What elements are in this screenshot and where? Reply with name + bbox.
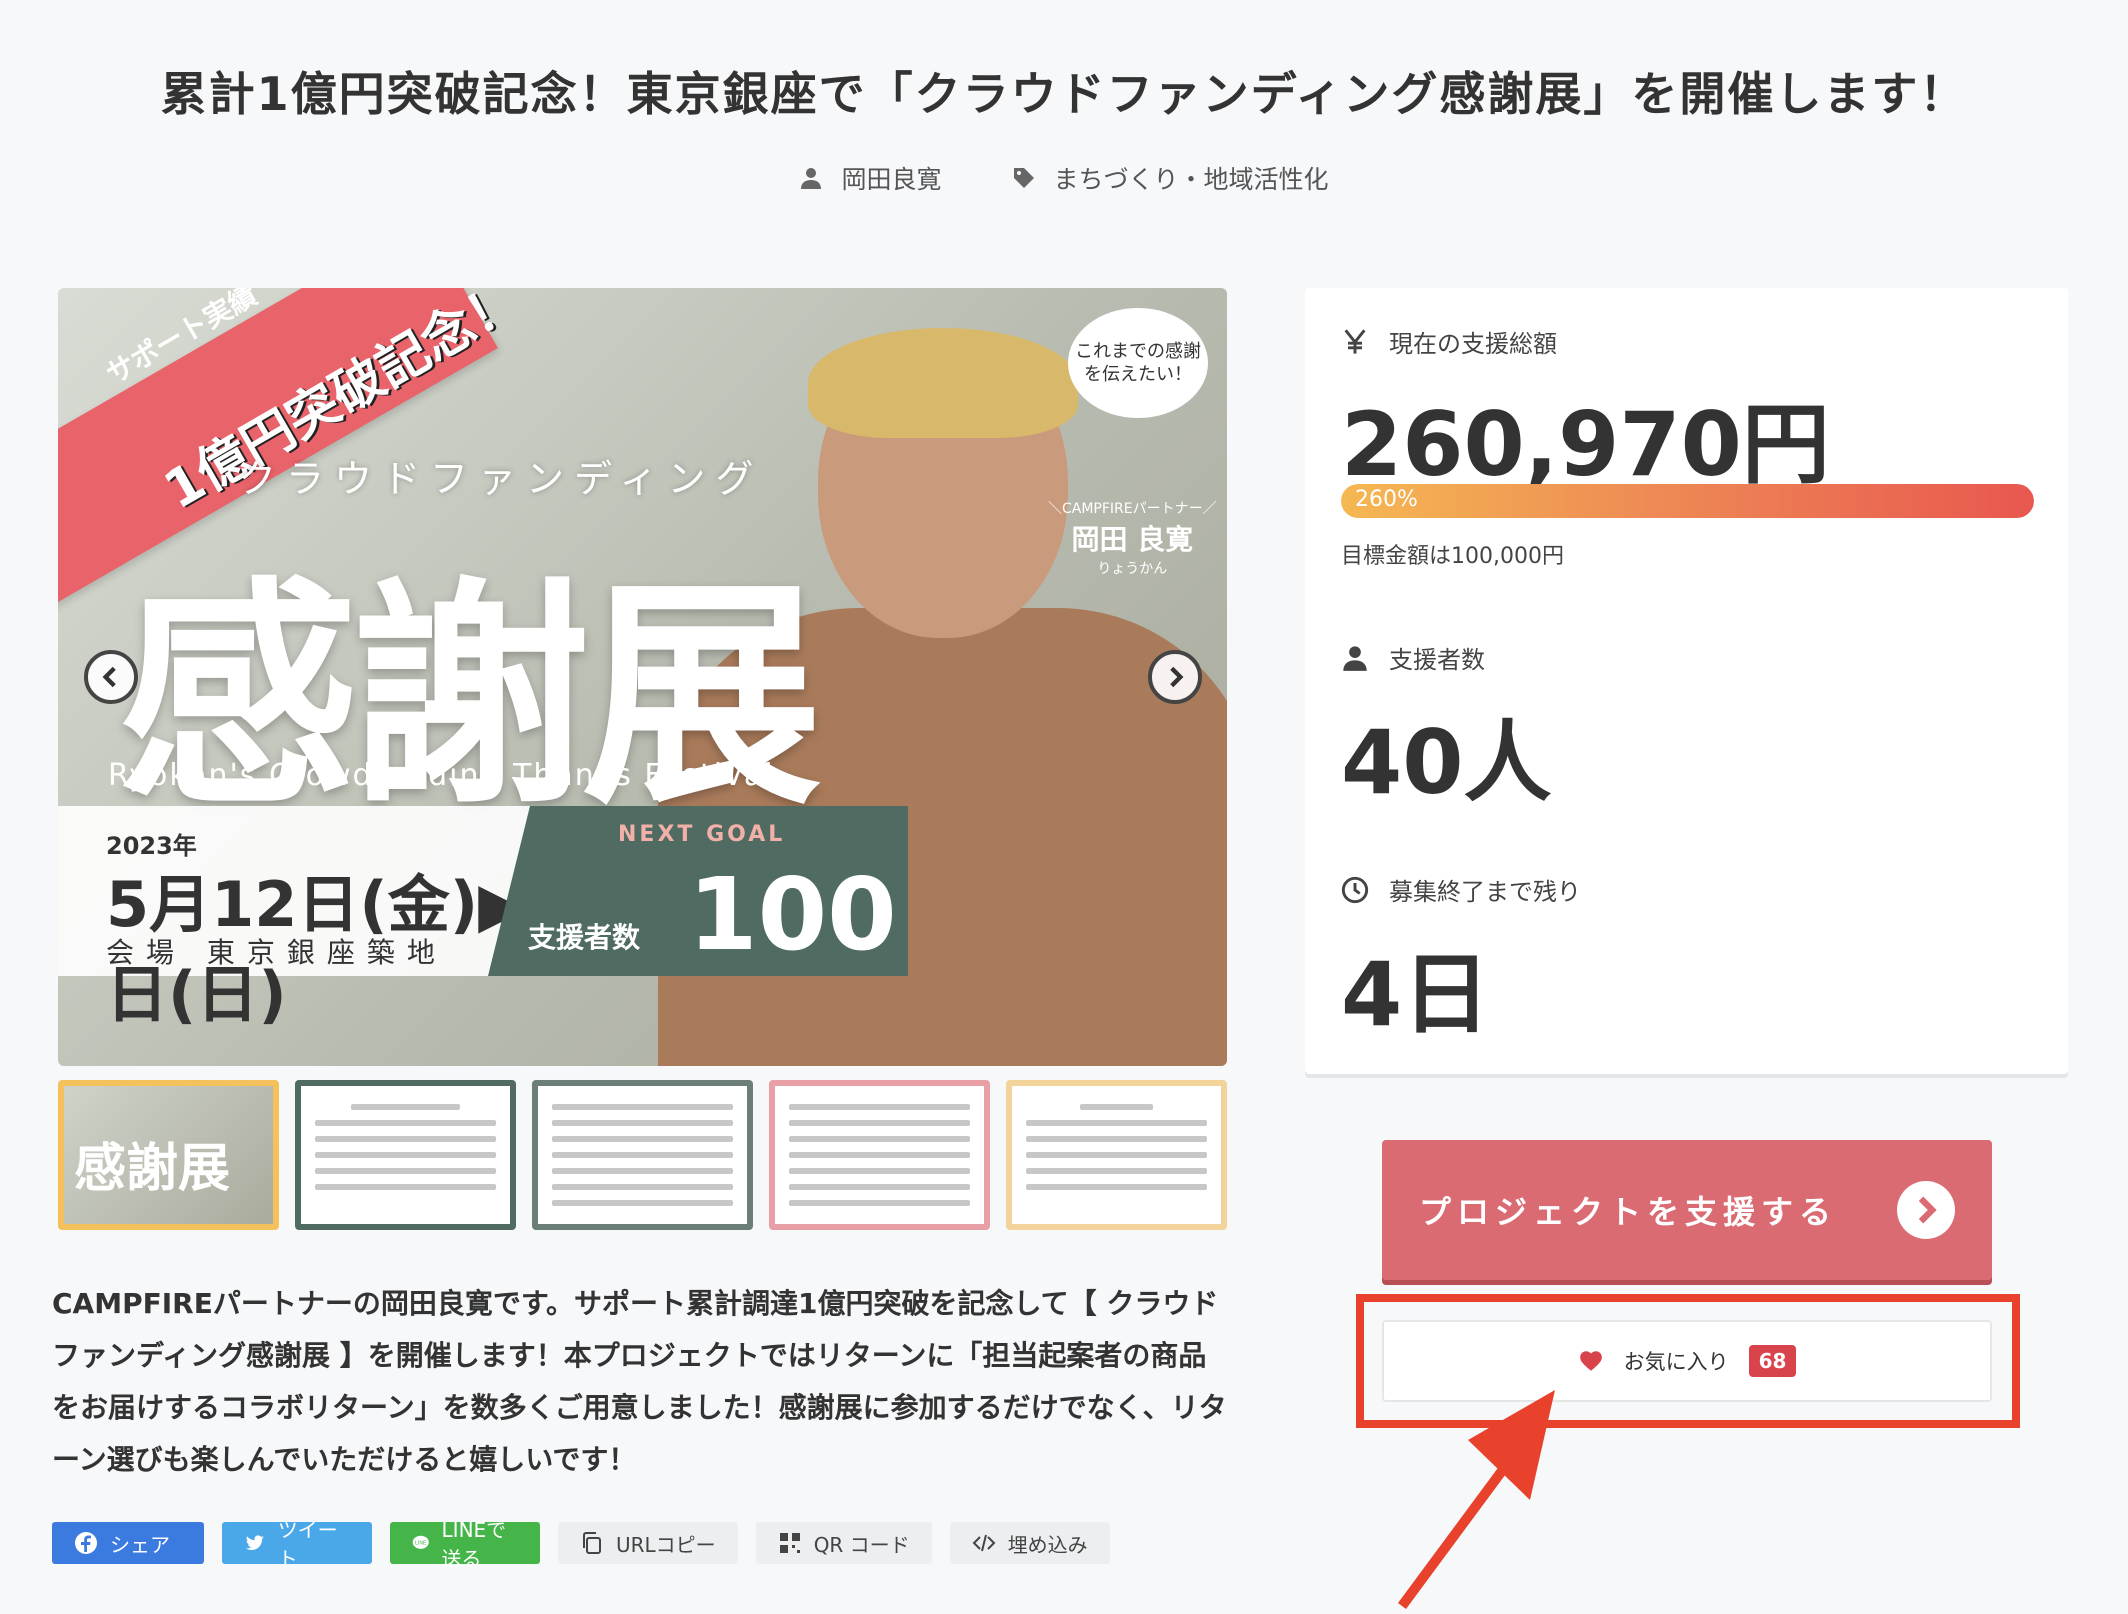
- thumbnail-1[interactable]: 感謝展: [58, 1080, 279, 1230]
- supporters-label: 支援者数: [1389, 646, 1485, 674]
- hero-main-word: 感謝展: [118, 555, 822, 837]
- line-icon: LINE: [412, 1535, 429, 1549]
- project-meta: 岡田良寛 まちづくり・地域活性化: [0, 160, 2128, 196]
- svg-text:LINE: LINE: [415, 1540, 427, 1546]
- twitter-share-label: ツイート: [277, 1518, 338, 1571]
- total-amount-label: 現在の支援総額: [1389, 330, 1557, 358]
- partner-tag: ＼CAMPFIREパートナー／ 岡田 良寛 りょうかん: [1048, 498, 1217, 578]
- thumbnail-2[interactable]: [295, 1080, 516, 1230]
- qr-code-label: QR コード: [813, 1532, 910, 1557]
- thumbnail-strip: 感謝展: [58, 1080, 1227, 1230]
- thumbnail-4[interactable]: [769, 1080, 990, 1230]
- favorite-label: お気に入り: [1623, 1350, 1729, 1374]
- hero-english: Ryokan's Crowdfunding Thanks Festival: [108, 758, 775, 793]
- url-copy-button[interactable]: URLコピー: [558, 1522, 738, 1564]
- thumbnail-1-label: 感謝展: [74, 1138, 231, 1199]
- slider-prev-button[interactable]: [84, 650, 138, 704]
- code-icon: [972, 1534, 996, 1552]
- red-arrow-annotation: [1397, 1390, 1555, 1609]
- facebook-icon: [75, 1532, 97, 1554]
- speech-bubble: これまでの感謝を伝えたい！: [1068, 308, 1208, 418]
- thumbnail-3[interactable]: [532, 1080, 753, 1230]
- next-goal-label: NEXT GOAL: [618, 822, 786, 847]
- total-amount-label-row: 現在の支援総額: [1341, 324, 1557, 359]
- heart-icon: [1579, 1351, 1602, 1371]
- hero-katakana: クラウドファンディング: [238, 457, 764, 501]
- qr-code-icon: [779, 1533, 800, 1553]
- clock-icon: [1341, 876, 1369, 903]
- hero-slider[interactable]: サポート実績 1億円突破記念！ クラウドファンディング 感謝展 Ryokan's…: [58, 288, 1227, 1066]
- yen-icon: [1344, 328, 1366, 354]
- event-venue: 会場 東京銀座築地: [106, 936, 447, 969]
- stats-panel: 現在の支援総額 260,970円 260% 目標金額は100,000円 支援者数…: [1305, 288, 2068, 1074]
- user-icon: [801, 168, 822, 189]
- embed-button[interactable]: 埋め込み: [949, 1522, 1110, 1564]
- author-name: 岡田良寛: [841, 165, 942, 194]
- remaining-value: 4日: [1341, 943, 1491, 1046]
- share-bar: シェア ツイート LINE LINEで送る URLコピー QR コード 埋め込み: [52, 1518, 1110, 1571]
- line-share-label: LINEで送る: [441, 1518, 507, 1571]
- qr-code-button[interactable]: QR コード: [755, 1522, 932, 1564]
- embed-label: 埋め込み: [1007, 1532, 1088, 1557]
- copy-icon: [583, 1532, 601, 1554]
- funding-progress-fill: [1341, 484, 2034, 518]
- facebook-share-label: シェア: [110, 1532, 170, 1557]
- page-title: 累計1億円突破記念！東京銀座で「クラウドファンディング感謝展」を開催します！: [160, 67, 1968, 121]
- line-share-button[interactable]: LINE LINEで送る: [390, 1518, 540, 1571]
- remaining-label-row: 募集終了まで残り: [1341, 872, 1581, 907]
- facebook-share-button[interactable]: シェア: [52, 1522, 204, 1564]
- tag-icon: [1013, 168, 1034, 188]
- total-amount-value: 260,970円: [1341, 393, 1830, 496]
- slider-next-button[interactable]: [1148, 650, 1202, 704]
- remaining-label: 募集終了まで残り: [1389, 878, 1581, 906]
- author-link[interactable]: 岡田良寛: [799, 160, 942, 196]
- chevron-left-icon: [102, 666, 116, 688]
- funding-progress-bar: 260%: [1341, 484, 2034, 518]
- arrow-circle-icon: [1897, 1181, 1955, 1239]
- goal-amount-text: 目標金額は100,000円: [1341, 544, 1564, 569]
- twitter-share-button[interactable]: ツイート: [222, 1518, 372, 1571]
- supporters-label-row: 支援者数: [1341, 640, 1485, 675]
- support-project-button[interactable]: プロジェクトを支援する: [1382, 1140, 1992, 1280]
- url-copy-label: URLコピー: [616, 1532, 716, 1557]
- category-link[interactable]: まちづくり・地域活性化: [1012, 160, 1329, 196]
- goal-label: 支援者数: [528, 921, 641, 954]
- thumbnail-5[interactable]: [1006, 1080, 1227, 1230]
- support-project-label: プロジェクトを支援する: [1418, 1193, 1837, 1231]
- partner-kana: りょうかん: [1097, 561, 1168, 577]
- user-icon: [1343, 645, 1367, 671]
- partner-name: 岡田 良寛: [1071, 523, 1194, 556]
- twitter-icon: [245, 1535, 264, 1551]
- chevron-right-icon: [1170, 666, 1184, 688]
- partner-label: ＼CAMPFIREパートナー／: [1048, 501, 1217, 517]
- favorite-count-badge: 68: [1748, 1345, 1797, 1377]
- funding-percent: 260%: [1355, 487, 1418, 512]
- supporters-value: 40人: [1341, 711, 1552, 814]
- goal-panel: NEXT GOAL 支援者数 100人: [488, 806, 908, 976]
- category-name: まちづくり・地域活性化: [1053, 165, 1329, 194]
- project-description: CAMPFIREパートナーの岡田良寛です。サポート累計調達1億円突破を記念して【…: [52, 1287, 1227, 1476]
